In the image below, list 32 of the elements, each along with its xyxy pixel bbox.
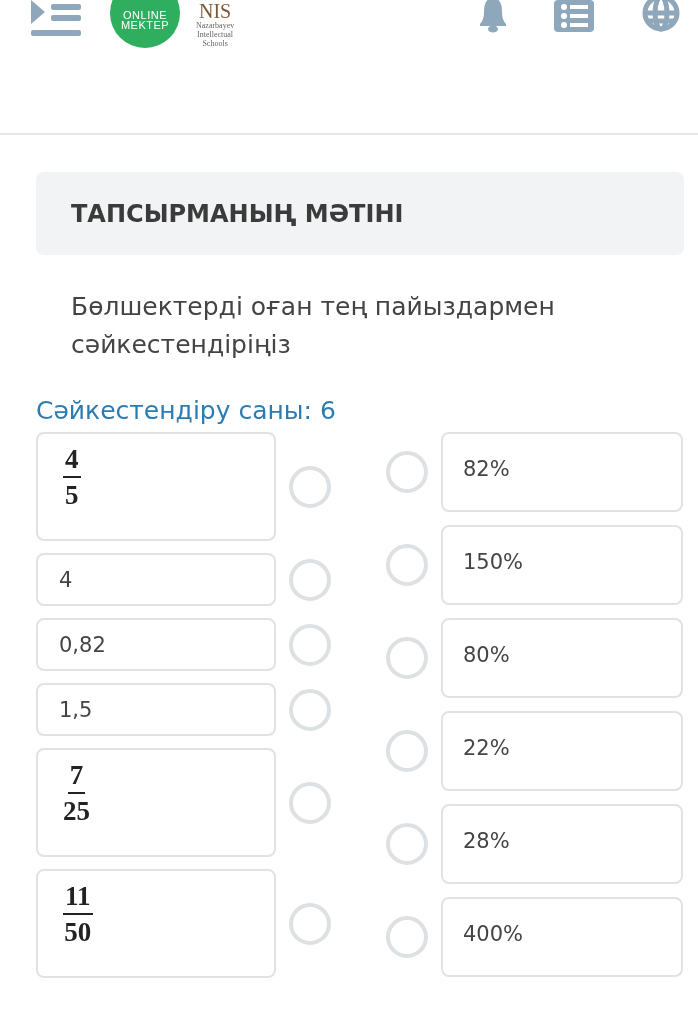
task-heading: ТАПСЫРМАНЫҢ МӘТІНІ xyxy=(71,199,404,228)
radio-button[interactable] xyxy=(386,451,428,493)
match-item: 80% xyxy=(441,618,683,698)
match-item: 0,82 xyxy=(36,618,276,671)
radio-button[interactable] xyxy=(289,688,331,731)
radio-button[interactable] xyxy=(289,623,331,666)
menu-icon[interactable] xyxy=(31,0,81,38)
radio-button[interactable] xyxy=(386,544,428,586)
match-item: 22% xyxy=(441,711,683,791)
radio-button[interactable] xyxy=(386,916,428,958)
match-item: 400% xyxy=(441,897,683,977)
radio-button[interactable] xyxy=(289,558,331,601)
radio-button[interactable] xyxy=(289,781,331,824)
match-item: 150% xyxy=(441,525,683,605)
match-item: 1,5 xyxy=(36,683,276,736)
fraction: 7 25 xyxy=(62,760,91,826)
logo[interactable]: ONLINE MEKTEP xyxy=(110,0,180,48)
radio-button[interactable] xyxy=(386,823,428,865)
radio-button[interactable] xyxy=(289,902,331,945)
fraction: 11 50 xyxy=(62,881,94,947)
list-icon[interactable] xyxy=(554,0,594,32)
match-item: 82% xyxy=(441,432,683,512)
radio-button[interactable] xyxy=(289,465,331,508)
match-item: 28% xyxy=(441,804,683,884)
fraction: 4 5 xyxy=(62,444,82,510)
partner-logo: NIS Nazarbayev Intellectual Schools xyxy=(196,1,235,48)
radio-button[interactable] xyxy=(386,637,428,679)
match-item: 4 xyxy=(36,553,276,606)
match-count: Сәйкестендіру саны: 6 xyxy=(36,396,337,426)
instruction-text: Бөлшектерді оған тең пайыздармен сәйкестендіріңіз xyxy=(70,291,556,361)
globe-icon[interactable] xyxy=(642,0,680,32)
radio-button[interactable] xyxy=(386,730,428,772)
